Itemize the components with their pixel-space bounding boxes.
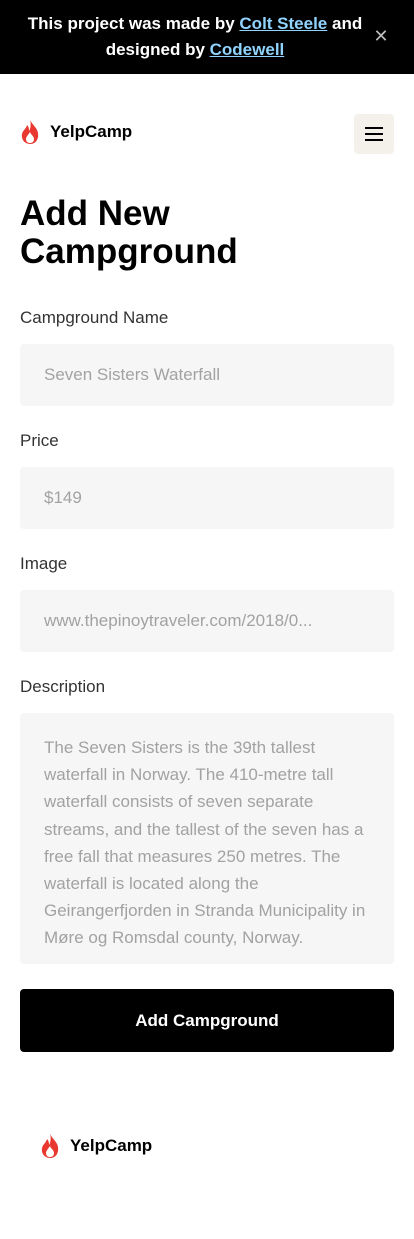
footer-logo-text: YelpCamp [70,1135,153,1155]
hamburger-menu-icon-bar-3 [365,139,383,141]
menu-button[interactable] [354,114,394,154]
attribution-text: This project was made by Colt Steele and… [20,11,370,63]
flame-icon [41,1133,59,1158]
logo-text: YelpCamp [50,121,133,141]
campground-name-label: Campground Name [20,308,169,327]
description-textarea[interactable]: The Seven Sisters is the 39th tallest wa… [20,713,394,964]
header-logo[interactable]: YelpCamp [20,118,132,145]
attribution-text-part1: This project was made by [27,14,240,33]
hamburger-menu-icon-bar-2 [365,133,383,135]
attribution-banner: This project was made by Colt Steele and… [0,0,414,74]
footer-logo[interactable]: YelpCamp [40,1132,152,1159]
hamburger-menu-icon-bar-1 [365,127,383,129]
author-link[interactable]: Colt Steele [239,14,327,33]
flame-icon [21,119,39,144]
page-title: Add New Campground [20,194,238,271]
close-icon[interactable]: ✕ [370,25,392,47]
price-label: Price [20,431,59,450]
add-campground-button[interactable]: Add Campground [20,989,394,1052]
image-url-input[interactable]: www.thepinoytraveler.com/2018/0... [20,590,394,652]
description-label: Description [20,677,106,696]
campground-name-input[interactable]: Seven Sisters Waterfall [20,344,394,406]
image-label: Image [20,554,68,573]
designer-link[interactable]: Codewell [210,40,285,59]
price-input[interactable]: $149 [20,467,394,529]
